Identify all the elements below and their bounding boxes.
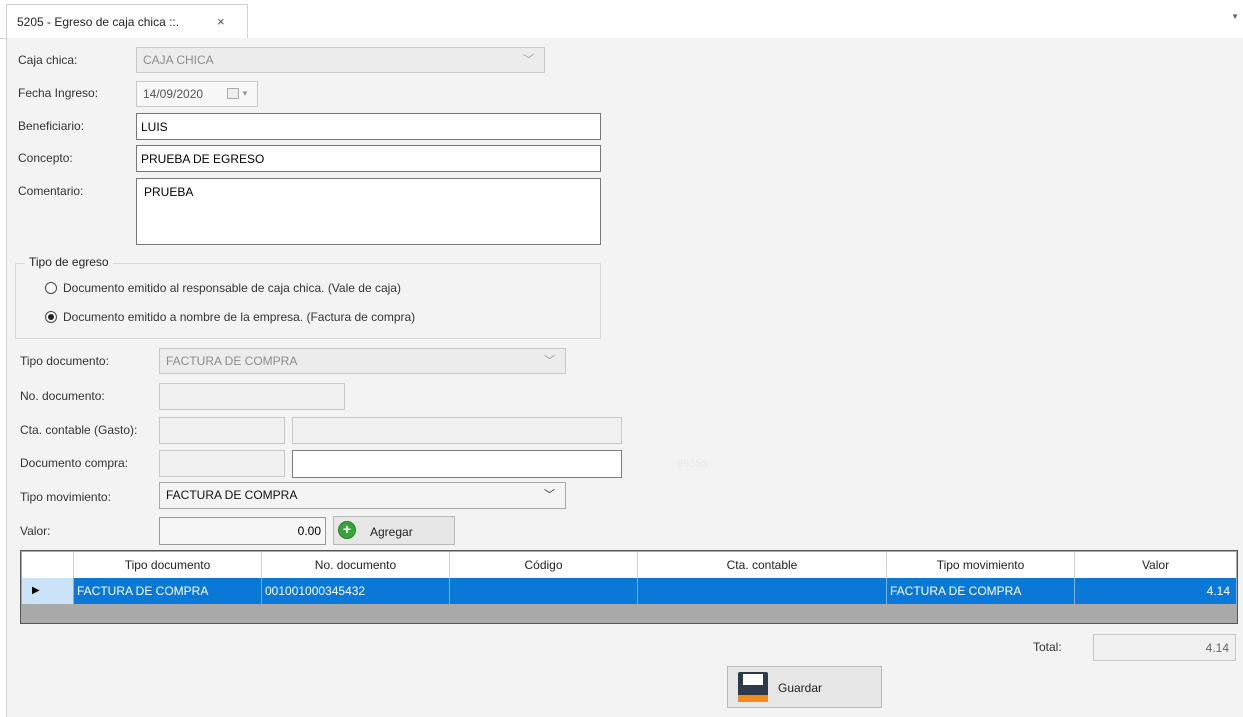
tipo-movimiento-value: FACTURA DE COMPRA bbox=[166, 488, 298, 502]
valor-label: Valor: bbox=[20, 524, 51, 538]
documento-compra-label: Documento compra: bbox=[20, 456, 129, 470]
column-header[interactable]: Tipo movimiento bbox=[887, 552, 1075, 578]
cta-contable-label: Cta. contable (Gasto): bbox=[20, 423, 138, 437]
comentario-textarea[interactable]: PRUEBA bbox=[136, 178, 601, 245]
tab-list-dropdown-icon[interactable]: ▼ bbox=[1231, 12, 1239, 21]
radio-factura-de-compra[interactable] bbox=[45, 311, 57, 323]
grid-header-indicator bbox=[22, 552, 74, 578]
column-header[interactable]: Cta. contable bbox=[638, 552, 887, 578]
tab-title: 5205 - Egreso de caja chica ::. bbox=[17, 15, 180, 29]
radio-vale-de-caja-label[interactable]: Documento emitido al responsable de caja… bbox=[63, 281, 401, 295]
valor-input[interactable]: 0.00 bbox=[159, 517, 326, 545]
chevron-down-icon: ﹀ bbox=[544, 355, 555, 367]
no-documento-label: No. documento: bbox=[20, 389, 105, 403]
tipo-movimiento-label: Tipo movimiento: bbox=[20, 490, 111, 504]
fecha-ingreso-picker[interactable]: 14/09/2020 ▼ bbox=[136, 81, 258, 107]
documento-compra-input[interactable] bbox=[292, 450, 622, 478]
chevron-down-icon: ﹀ bbox=[523, 54, 534, 66]
caja-chica-value: CAJA CHICA bbox=[143, 53, 214, 67]
cta-contable-code-input[interactable] bbox=[159, 417, 285, 444]
table-row[interactable]: ▶ FACTURA DE COMPRA 001001000345432 FACT… bbox=[22, 578, 1236, 604]
guardar-button[interactable]: Guardar bbox=[727, 666, 882, 708]
beneficiario-label: Beneficiario: bbox=[18, 119, 85, 133]
concepto-label: Concepto: bbox=[18, 151, 73, 165]
floppy-disk-icon bbox=[738, 672, 768, 702]
caja-chica-label: Caja chica: bbox=[18, 53, 78, 67]
cell-tipo-documento[interactable]: FACTURA DE COMPRA bbox=[74, 578, 262, 604]
radio-factura-de-compra-label[interactable]: Documento emitido a nombre de la empresa… bbox=[63, 310, 415, 324]
cell-codigo[interactable] bbox=[450, 578, 638, 604]
total-value: 4.14 bbox=[1093, 634, 1236, 661]
tipo-documento-select[interactable]: FACTURA DE COMPRA ﹀ bbox=[159, 348, 566, 374]
fecha-ingreso-label: Fecha Ingreso: bbox=[18, 86, 99, 100]
tab-egreso-caja-chica[interactable]: 5205 - Egreso de caja chica ::. × bbox=[6, 4, 248, 38]
tab-bar: 5205 - Egreso de caja chica ::. × ▼ bbox=[0, 0, 1243, 39]
row-indicator[interactable]: ▶ bbox=[22, 578, 74, 604]
cell-no-documento[interactable]: 001001000345432 bbox=[262, 578, 450, 604]
cell-tipo-movimiento[interactable]: FACTURA DE COMPRA bbox=[887, 578, 1075, 604]
beneficiario-input[interactable]: LUIS bbox=[136, 113, 601, 140]
calendar-icon[interactable] bbox=[227, 88, 239, 99]
chevron-down-icon[interactable]: ▼ bbox=[241, 82, 249, 106]
cell-cta-contable[interactable] bbox=[638, 578, 887, 604]
radio-vale-de-caja[interactable] bbox=[45, 282, 57, 294]
no-documento-input[interactable] bbox=[159, 383, 345, 410]
cell-valor[interactable]: 4.14 bbox=[1075, 578, 1236, 604]
column-header[interactable]: Código bbox=[450, 552, 638, 578]
documento-compra-hint: 99355 bbox=[677, 458, 708, 470]
agregar-button[interactable]: + Agregar bbox=[333, 516, 455, 545]
column-header[interactable]: No. documento bbox=[262, 552, 450, 578]
agregar-label: Agregar bbox=[370, 525, 413, 539]
total-label: Total: bbox=[1033, 640, 1062, 654]
tipo-documento-value: FACTURA DE COMPRA bbox=[166, 354, 298, 368]
tipo-egreso-group bbox=[15, 263, 601, 339]
cta-contable-name-input[interactable] bbox=[292, 417, 622, 444]
tipo-egreso-title: Tipo de egreso bbox=[25, 255, 113, 269]
comentario-label: Comentario: bbox=[18, 184, 84, 198]
column-header[interactable]: Tipo documento bbox=[74, 552, 262, 578]
add-icon: + bbox=[338, 521, 356, 539]
tipo-documento-label: Tipo documento: bbox=[20, 354, 109, 368]
chevron-down-icon: ﹀ bbox=[544, 489, 555, 501]
detalle-grid: Tipo documento No. documento Código Cta.… bbox=[20, 550, 1238, 624]
concepto-input[interactable]: PRUEBA DE EGRESO bbox=[136, 145, 601, 172]
column-header[interactable]: Valor bbox=[1075, 552, 1236, 578]
caja-chica-select[interactable]: CAJA CHICA ﹀ bbox=[136, 47, 545, 73]
close-icon[interactable]: × bbox=[217, 14, 225, 29]
row-pointer-icon: ▶ bbox=[32, 585, 40, 596]
tipo-movimiento-select[interactable]: FACTURA DE COMPRA ﹀ bbox=[159, 482, 566, 509]
guardar-label: Guardar bbox=[778, 681, 823, 695]
fecha-ingreso-value: 14/09/2020 bbox=[143, 87, 204, 101]
grid-header: Tipo documento No. documento Código Cta.… bbox=[22, 552, 1236, 578]
documento-compra-code-input[interactable] bbox=[159, 450, 285, 477]
